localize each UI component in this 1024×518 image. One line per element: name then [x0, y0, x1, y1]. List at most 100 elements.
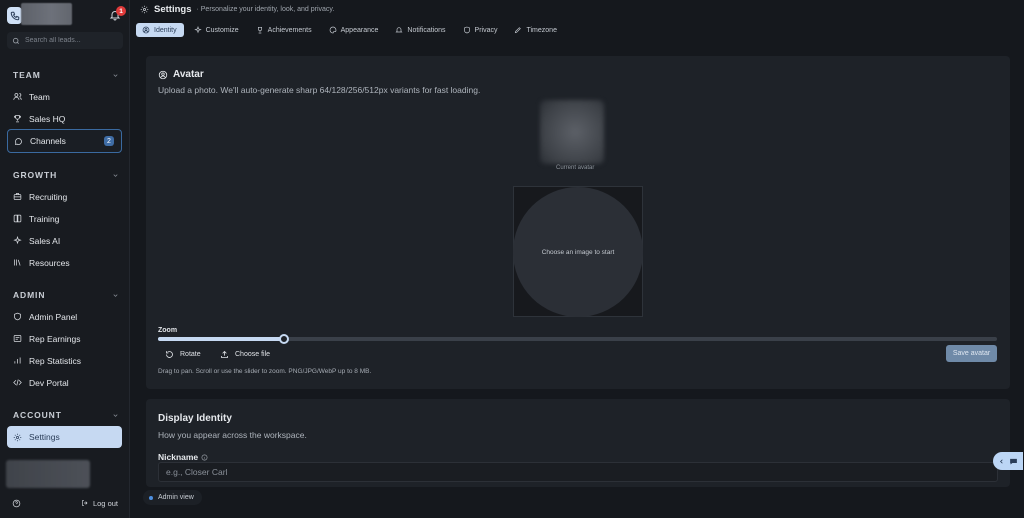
avatar-help-text: Drag to pan. Scroll or use the slider to… — [158, 368, 372, 375]
tab-label: Appearance — [340, 26, 379, 34]
briefcase-icon — [13, 193, 22, 200]
gear-icon — [13, 433, 22, 441]
avatar-card-title: Avatar — [158, 69, 204, 80]
crop-circle[interactable]: Choose an image to start — [513, 187, 643, 317]
current-avatar-image — [540, 100, 604, 164]
rotate-label: Rotate — [180, 350, 201, 358]
logout-icon — [82, 500, 88, 506]
tab-appearance[interactable]: Appearance — [323, 23, 386, 37]
search-bar[interactable] — [7, 32, 123, 49]
rotate-icon — [166, 350, 173, 358]
tab-label: Notifications — [407, 26, 446, 34]
sidebar-item-channels[interactable]: Channels 2 — [7, 129, 122, 153]
sidebar-item-label: Team — [29, 91, 50, 102]
page-subtitle: · Personalize your identity, look, and p… — [196, 6, 335, 13]
sidebar-item-label: Resources — [29, 257, 70, 268]
sidebar-item-resources[interactable]: Resources — [7, 252, 122, 273]
tab-notifications[interactable]: Notifications — [389, 23, 452, 37]
sidebar-item-admin-panel[interactable]: Admin Panel — [7, 306, 122, 327]
save-avatar-button[interactable]: Save avatar — [946, 345, 997, 362]
upload-icon — [221, 350, 228, 358]
user-circle-icon — [142, 26, 150, 34]
workspace-logo — [21, 3, 72, 25]
zoom-label: Zoom — [158, 327, 178, 334]
identity-card-title: Display Identity — [158, 413, 232, 424]
zoom-slider[interactable] — [158, 334, 997, 344]
logout-button[interactable]: Log out — [81, 499, 118, 508]
admin-view-label: Admin view — [158, 494, 194, 501]
info-icon[interactable] — [201, 454, 208, 461]
identity-description: How you appear across the workspace. — [158, 430, 307, 440]
sidebar-item-label: Sales AI — [29, 235, 61, 246]
library-icon — [14, 259, 21, 266]
zoom-slider-thumb[interactable] — [278, 334, 289, 344]
sidebar-item-recruiting[interactable]: Recruiting — [7, 186, 122, 207]
sidebar-item-label: Rep Earnings — [29, 333, 81, 344]
section-account-header[interactable]: ACCOUNT — [13, 410, 119, 420]
chevron-down-icon — [113, 413, 118, 417]
tab-privacy[interactable]: Privacy — [457, 23, 505, 37]
sidebar-item-label: Sales HQ — [29, 113, 66, 124]
sidebar-item-label: Training — [29, 213, 60, 224]
sidebar-item-sales-hq[interactable]: Sales HQ — [7, 108, 122, 129]
receipt-icon — [13, 335, 22, 342]
sparkle-icon — [193, 26, 202, 34]
page-header: Settings · Personalize your identity, lo… — [140, 4, 334, 15]
section-title: ADMIN — [13, 290, 46, 300]
section-growth-header[interactable]: GROWTH — [13, 170, 119, 180]
tab-identity[interactable]: Identity — [136, 23, 184, 37]
nickname-input[interactable] — [158, 462, 998, 482]
notification-count-badge: 1 — [116, 6, 126, 16]
pen-icon — [515, 27, 522, 34]
bar-chart-icon — [14, 357, 21, 364]
section-title: ACCOUNT — [13, 410, 62, 420]
nickname-label: Nickname — [158, 452, 208, 462]
tab-label: Timezone — [526, 26, 557, 34]
section-admin-header[interactable]: ADMIN — [13, 290, 119, 300]
settings-tabs: Identity Customize Achievements Appearan… — [136, 23, 564, 37]
trophy-icon — [14, 115, 21, 123]
sidebar-item-rep-earnings[interactable]: Rep Earnings — [7, 328, 122, 349]
sidebar-item-label: Admin Panel — [29, 311, 78, 322]
floating-chat-toggle[interactable] — [993, 452, 1023, 470]
sidebar-footer: Log out — [12, 496, 118, 510]
admin-view-toggle[interactable]: Admin view — [143, 490, 202, 505]
sidebar-item-label: Recruiting — [29, 191, 68, 202]
sidebar-top: 1 — [7, 3, 126, 27]
sidebar-item-sales-ai[interactable]: Sales AI — [7, 230, 122, 251]
channels-count-badge: 2 — [104, 136, 114, 146]
sidebar-item-dev-portal[interactable]: Dev Portal — [7, 372, 122, 393]
tab-label: Identity — [154, 26, 177, 34]
sidebar-item-label: Rep Statistics — [29, 355, 81, 366]
code-icon — [13, 379, 22, 386]
tab-timezone[interactable]: Timezone — [508, 23, 563, 37]
section-team-header[interactable]: TEAM — [13, 70, 119, 80]
search-input[interactable] — [25, 37, 115, 44]
sidebar-item-rep-statistics[interactable]: Rep Statistics — [7, 350, 122, 371]
choose-file-button[interactable]: Choose file — [213, 347, 270, 361]
tab-achievements[interactable]: Achievements — [250, 23, 319, 37]
tab-customize[interactable]: Customize — [188, 23, 246, 37]
sidebar-item-label: Settings — [29, 432, 60, 442]
trophy-icon — [257, 27, 262, 34]
tab-label: Privacy — [474, 26, 498, 34]
user-profile-card[interactable] — [6, 460, 90, 488]
section-title: GROWTH — [13, 170, 58, 180]
sidebar-item-settings[interactable]: Settings — [7, 426, 122, 448]
shield-icon — [463, 26, 470, 34]
sidebar-item-team[interactable]: Team — [7, 86, 122, 107]
chevron-down-icon — [113, 293, 118, 297]
section-title: TEAM — [13, 70, 41, 80]
section-heading: Display Identity — [158, 413, 232, 424]
crop-placeholder: Choose an image to start — [541, 248, 615, 256]
sidebar-item-label: Channels — [30, 136, 66, 146]
page-title: Settings — [154, 4, 192, 15]
nickname-label-text: Nickname — [158, 452, 199, 462]
avatar-card: Avatar Upload a photo. We'll auto-genera… — [146, 56, 1010, 389]
sidebar-item-training[interactable]: Training — [7, 208, 122, 229]
avatar-crop-area[interactable]: Choose an image to start — [513, 186, 643, 317]
gear-icon — [140, 5, 149, 14]
phone-icon[interactable] — [7, 7, 22, 24]
help-circle-icon[interactable] — [12, 499, 21, 508]
rotate-button[interactable]: Rotate — [158, 347, 201, 361]
